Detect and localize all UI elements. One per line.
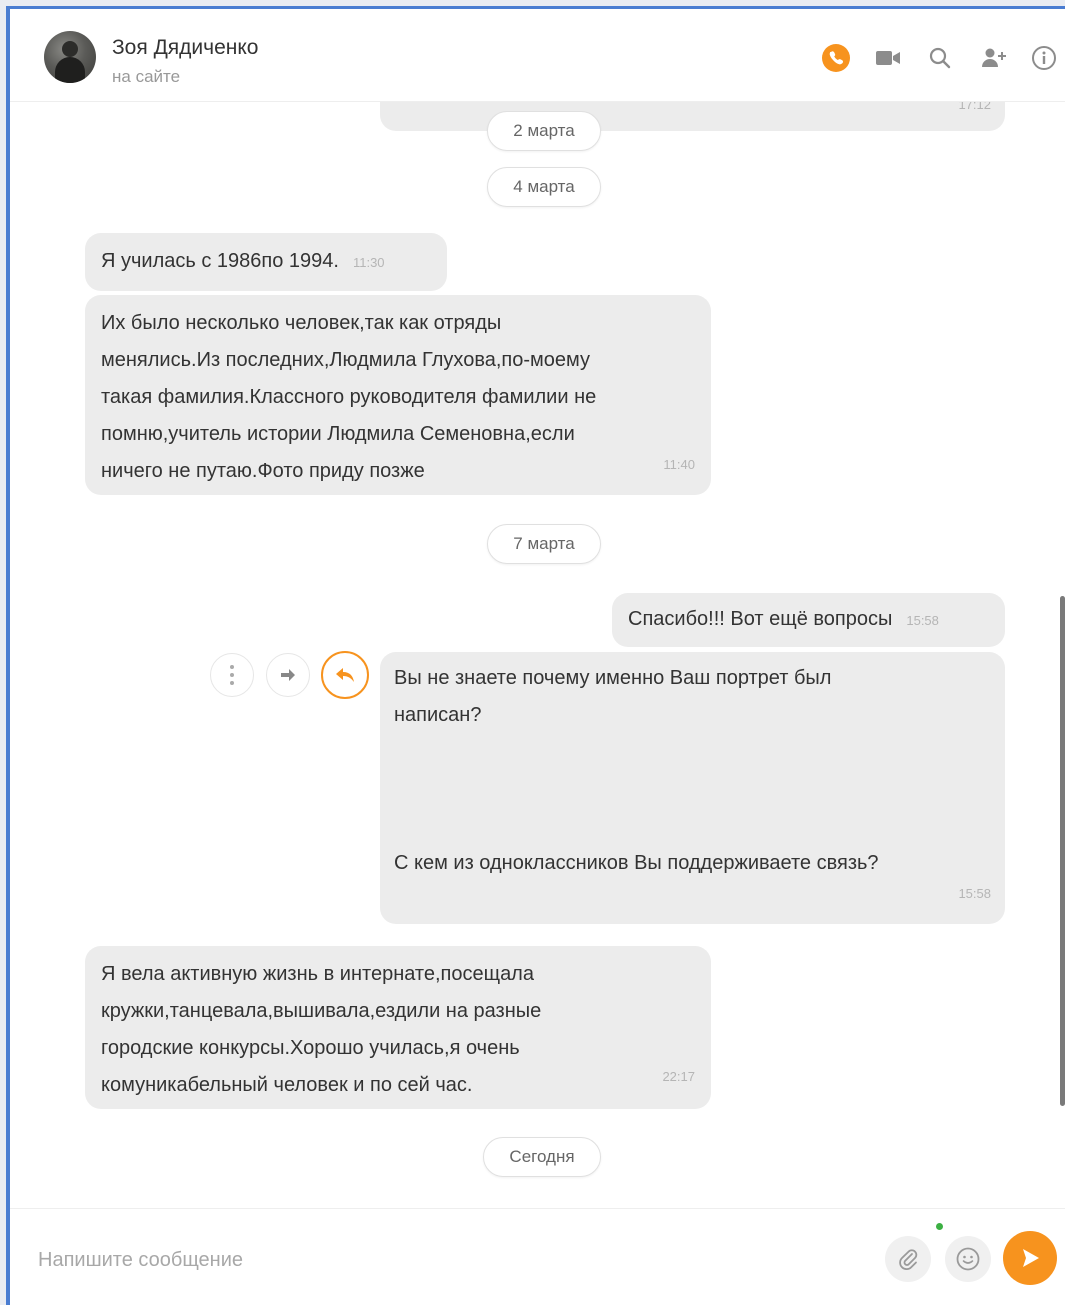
message-time: 15:58 <box>958 886 991 901</box>
message-bubble-incoming[interactable]: Я училась с 1986по 1994. 11:30 <box>85 233 447 291</box>
reply-button[interactable] <box>321 651 369 699</box>
message-list[interactable]: 17:12 2 марта 4 марта Я училась с 1986по… <box>10 101 1065 1209</box>
date-separator: 7 марта <box>487 524 601 564</box>
add-person-icon[interactable] <box>977 41 1011 75</box>
chat-header: Зоя Дядиченко на сайте <box>10 9 1065 102</box>
message-bubble-incoming[interactable]: Я вела активную жизнь в интернате,посеща… <box>85 946 711 1109</box>
send-icon <box>1023 1249 1039 1267</box>
message-line: написан? <box>394 704 482 726</box>
message-time: 11:30 <box>352 255 385 270</box>
message-line: Я вела активную жизнь в интернате,посеща… <box>101 963 534 985</box>
message-time: 11:40 <box>663 457 695 472</box>
attach-button[interactable] <box>885 1236 931 1282</box>
date-separator: Сегодня <box>483 1137 601 1177</box>
phone-icon[interactable] <box>819 41 853 75</box>
message-text: Спасибо!!! Вот ещё вопросы <box>628 608 893 630</box>
message-line: Вы не знаете почему именно Ваш портрет б… <box>394 667 832 689</box>
chat-window: Зоя Дядиченко на сайте 17:12 2 марта 4 м… <box>6 6 1065 1305</box>
search-icon[interactable] <box>923 41 957 75</box>
message-line: помню,учитель истории Людмила Семеновна,… <box>101 423 575 445</box>
message-bubble-incoming[interactable]: Их было несколько человек,так как отряды… <box>85 295 711 495</box>
message-time: 15:58 <box>906 613 939 628</box>
emoji-button[interactable] <box>945 1236 991 1282</box>
scrollbar[interactable] <box>1060 596 1065 1106</box>
message-line: С кем из одноклассников Вы поддерживаете… <box>394 852 879 874</box>
forward-button[interactable] <box>266 653 310 697</box>
date-separator: 4 марта <box>487 167 601 207</box>
message-line: кружки,танцевала,вышивала,ездили на разн… <box>101 1000 542 1022</box>
message-line: комуникабельный человек и по сей час. <box>101 1074 473 1096</box>
message-bubble-partial[interactable]: 17:12 <box>380 101 1005 131</box>
avatar[interactable] <box>44 31 96 83</box>
message-composer <box>10 1208 1065 1305</box>
message-time: 22:17 <box>662 1069 695 1084</box>
message-line: Их было несколько человек,так как отряды <box>101 312 502 334</box>
message-time: 17:12 <box>958 101 991 112</box>
info-icon[interactable] <box>1027 41 1061 75</box>
smiley-icon <box>956 1247 980 1271</box>
message-line: ничего не путаю.Фото приду позже <box>101 460 425 482</box>
contact-name[interactable]: Зоя Дядиченко <box>112 36 258 60</box>
message-line: такая фамилия.Классного руководителя фам… <box>101 386 597 408</box>
message-input[interactable] <box>36 1241 820 1279</box>
video-icon[interactable] <box>871 41 905 75</box>
message-line: менялись.Из последних,Людмила Глухова,по… <box>101 349 590 371</box>
message-line: городские конкурсы.Хорошо училась,я очен… <box>101 1037 520 1059</box>
contact-status: на сайте <box>112 67 181 86</box>
send-button[interactable] <box>1003 1231 1057 1285</box>
message-bubble-outgoing[interactable]: Вы не знаете почему именно Ваш портрет б… <box>380 652 1005 924</box>
more-options-button[interactable] <box>210 653 254 697</box>
paperclip-icon <box>899 1249 918 1270</box>
date-separator: 2 марта <box>487 111 601 151</box>
message-bubble-outgoing[interactable]: Спасибо!!! Вот ещё вопросы 15:58 <box>612 593 1005 647</box>
online-indicator <box>936 1223 943 1230</box>
message-text: Я училась с 1986по 1994. <box>101 250 339 272</box>
